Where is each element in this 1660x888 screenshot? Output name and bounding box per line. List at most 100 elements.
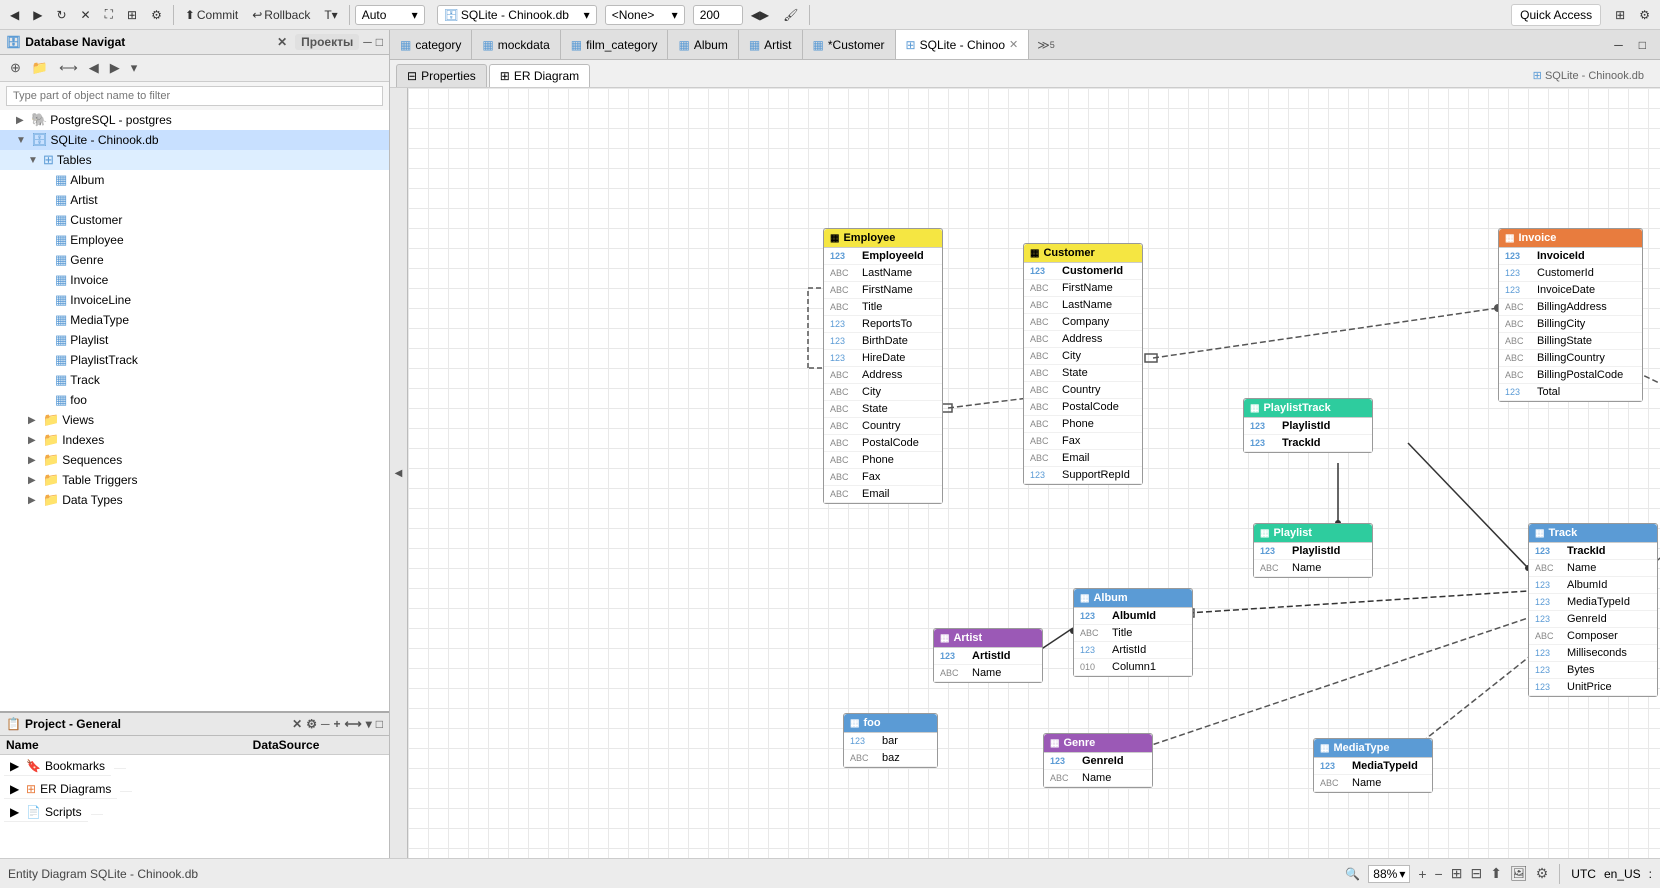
field-title[interactable]: ABCTitle xyxy=(1074,625,1192,642)
field-bytes[interactable]: 123Bytes xyxy=(1529,662,1657,679)
entity-album[interactable]: ▦ Album 123AlbumId ABCTitle 123ArtistId … xyxy=(1073,588,1193,677)
field-lastname[interactable]: ABCLastName xyxy=(824,265,942,282)
window-btn[interactable]: ⊞ xyxy=(1609,6,1631,24)
field-name[interactable]: ABCName xyxy=(1044,770,1152,787)
field-artistid[interactable]: 123ArtistId xyxy=(1074,642,1192,659)
field-phone[interactable]: ABCPhone xyxy=(1024,416,1142,433)
settings-btn[interactable]: ⚙ xyxy=(145,6,168,24)
tree-item-sequences[interactable]: ▶ 📁 Sequences xyxy=(0,450,389,470)
tab-film-category[interactable]: ▦ film_category xyxy=(561,30,669,59)
tab-chinook[interactable]: ⊞ SQLite - Chinoo ✕ xyxy=(896,30,1030,60)
field-playlistid[interactable]: 123PlaylistId xyxy=(1244,418,1372,435)
settings-diag-btn[interactable]: ⚙ xyxy=(1536,865,1549,882)
field-milliseconds[interactable]: 123Milliseconds xyxy=(1529,645,1657,662)
field-name[interactable]: ABCName xyxy=(934,665,1042,682)
tab-artist[interactable]: ▦ Artist xyxy=(739,30,803,59)
tree-item-tables[interactable]: ▼ ⊞ Tables xyxy=(0,150,389,170)
field-albumid[interactable]: 123AlbumId xyxy=(1529,577,1657,594)
tab-close-chinook[interactable]: ✕ xyxy=(1009,38,1018,51)
more-btn[interactable]: ▾ xyxy=(127,58,142,78)
paint-btn[interactable]: 🖌 xyxy=(777,6,804,24)
field-postalcode[interactable]: ABCPostalCode xyxy=(1024,399,1142,416)
field-country[interactable]: ABCCountry xyxy=(824,418,942,435)
field-email[interactable]: ABCEmail xyxy=(824,486,942,503)
field-trackid[interactable]: 123TrackId xyxy=(1244,435,1372,452)
bookmark-btn[interactable]: ⛶ xyxy=(99,5,119,24)
entity-employee[interactable]: ▦ Employee 123EmployeeId ABCLastName ABC… xyxy=(823,228,943,504)
projects-tab[interactable]: Проекты xyxy=(295,34,359,50)
entity-invoice[interactable]: ▦ Invoice 123InvoiceId 123CustomerId 123… xyxy=(1498,228,1643,402)
entity-customer[interactable]: ▦ Customer 123CustomerId ABCFirstName AB… xyxy=(1023,243,1143,485)
field-billingcity[interactable]: ABCBillingCity xyxy=(1499,316,1642,333)
field-name[interactable]: ABCName xyxy=(1314,775,1432,792)
commit-btn[interactable]: ⬆ Commit xyxy=(179,6,244,24)
field-address[interactable]: ABCAddress xyxy=(824,367,942,384)
close-icon2[interactable]: ✕ xyxy=(292,717,302,731)
tree-item-mediatype[interactable]: ▦ MediaType xyxy=(0,310,389,330)
connect-btn[interactable]: ⟷ xyxy=(55,58,82,78)
tree-item-views[interactable]: ▶ 📁 Views xyxy=(0,410,389,430)
none-dropdown[interactable]: <None> ▾ xyxy=(605,5,685,25)
maximize-icon[interactable]: □ xyxy=(376,35,383,49)
maximize-icon2[interactable]: □ xyxy=(376,717,383,731)
field-total[interactable]: 123Total xyxy=(1499,384,1642,401)
settings-btn2[interactable]: ⚙ xyxy=(1633,6,1656,24)
close-icon[interactable]: ✕ xyxy=(277,35,287,49)
field-bar[interactable]: 123bar xyxy=(844,733,937,750)
field-fax[interactable]: ABCFax xyxy=(1024,433,1142,450)
nav-right-btn[interactable]: ▶ xyxy=(106,58,124,78)
zoom-nav-btn[interactable]: ◀▶ xyxy=(745,6,775,24)
field-fax[interactable]: ABCFax xyxy=(824,469,942,486)
field-title[interactable]: ABCTitle xyxy=(824,299,942,316)
field-genreid[interactable]: 123GenreId xyxy=(1044,753,1152,770)
auto-dropdown[interactable]: Auto ▾ xyxy=(355,5,425,25)
tree-item-genre[interactable]: ▦ Genre xyxy=(0,250,389,270)
field-phone[interactable]: ABCPhone xyxy=(824,452,942,469)
field-firstname[interactable]: ABCFirstName xyxy=(1024,280,1142,297)
subtab-er-diagram[interactable]: ⊞ ER Diagram xyxy=(489,64,590,87)
entity-track[interactable]: ▦ Track 123TrackId ABCName 123AlbumId 12… xyxy=(1528,523,1658,697)
nav-left-btn[interactable]: ◀ xyxy=(85,58,103,78)
nav-back-btn[interactable]: ◀ xyxy=(4,6,25,24)
field-name[interactable]: ABCName xyxy=(1529,560,1657,577)
minimize-window-btn[interactable]: ─ xyxy=(1608,36,1629,54)
field-address[interactable]: ABCAddress xyxy=(1024,331,1142,348)
entity-playlist[interactable]: ▦ Playlist 123PlaylistId ABCName xyxy=(1253,523,1373,578)
field-birthdate[interactable]: 123BirthDate xyxy=(824,333,942,350)
tree-item-track[interactable]: ▦ Track xyxy=(0,370,389,390)
field-postalcode[interactable]: ABCPostalCode xyxy=(824,435,942,452)
field-state[interactable]: ABCState xyxy=(824,401,942,418)
folder-btn[interactable]: 📁 xyxy=(28,58,52,78)
field-invoicedate[interactable]: 123InvoiceDate xyxy=(1499,282,1642,299)
field-playlistid[interactable]: 123PlaylistId xyxy=(1254,543,1372,560)
tree-item-postgresql[interactable]: ▶ 🐘 PostgreSQL - postgres xyxy=(0,110,389,130)
field-genreid[interactable]: 123GenreId xyxy=(1529,611,1657,628)
connect-icon[interactable]: ⟷ xyxy=(345,717,362,731)
field-unitprice[interactable]: 123UnitPrice xyxy=(1529,679,1657,696)
db-dropdown[interactable]: 🗄 SQLite - Chinook.db ▾ xyxy=(437,5,597,25)
filter-btn[interactable]: ⊞ xyxy=(121,6,143,24)
field-city[interactable]: ABCCity xyxy=(824,384,942,401)
tab-mockdata[interactable]: ▦ mockdata xyxy=(472,30,560,59)
refresh-btn[interactable]: ↻ xyxy=(50,6,72,24)
maximize-window-btn[interactable]: □ xyxy=(1633,36,1652,54)
field-customerid[interactable]: 123CustomerId xyxy=(1024,263,1142,280)
img-btn[interactable]: 🖼 xyxy=(1510,865,1528,882)
tree-item-invoiceline[interactable]: ▦ InvoiceLine xyxy=(0,290,389,310)
tab-customer[interactable]: ▦ *Customer xyxy=(803,30,896,59)
field-mediatypeid[interactable]: 123MediaTypeId xyxy=(1529,594,1657,611)
stop-btn[interactable]: ✕ xyxy=(75,6,97,24)
tree-item-artist[interactable]: ▦ Artist xyxy=(0,190,389,210)
field-customerid[interactable]: 123CustomerId xyxy=(1499,265,1642,282)
zoom-out-btn[interactable]: − xyxy=(1435,866,1443,882)
entity-artist[interactable]: ▦ Artist 123ArtistId ABCName xyxy=(933,628,1043,683)
tree-item-indexes[interactable]: ▶ 📁 Indexes xyxy=(0,430,389,450)
field-mediatypeid[interactable]: 123MediaTypeId xyxy=(1314,758,1432,775)
field-artistid[interactable]: 123ArtistId xyxy=(934,648,1042,665)
add-icon[interactable]: + xyxy=(334,717,341,731)
zoom-in-btn[interactable]: + xyxy=(1418,866,1426,882)
field-name[interactable]: ABCName xyxy=(1254,560,1372,577)
field-composer[interactable]: ABCComposer xyxy=(1529,628,1657,645)
tab-more-btn[interactable]: ≫ 5 xyxy=(1029,30,1063,59)
tree-item-employee[interactable]: ▦ Employee xyxy=(0,230,389,250)
